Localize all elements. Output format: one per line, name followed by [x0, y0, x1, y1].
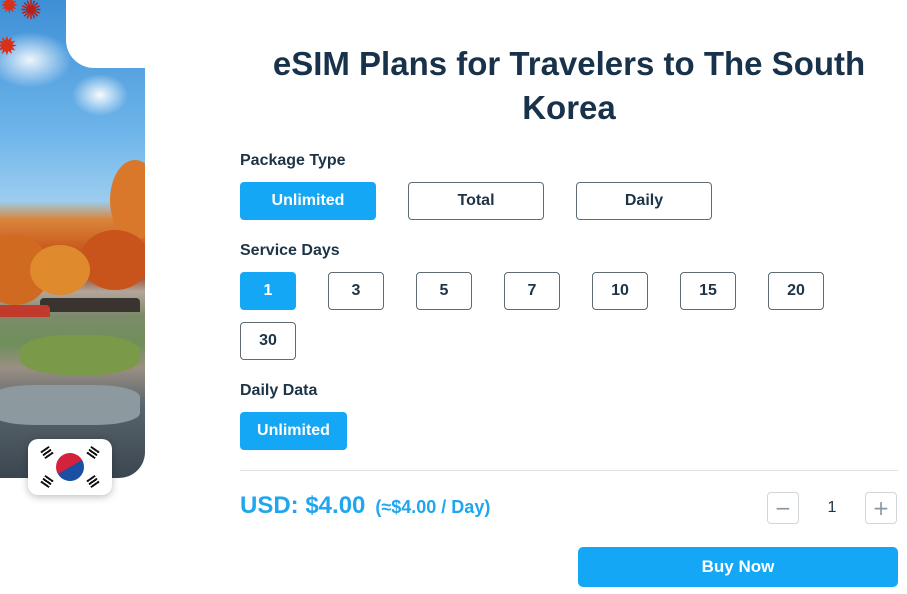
quantity-decrease-button[interactable]: − [767, 492, 799, 524]
autumn-tree [110, 160, 145, 240]
days-option-10[interactable]: 10 [592, 272, 648, 310]
days-option-30[interactable]: 30 [240, 322, 296, 360]
days-option-20[interactable]: 20 [768, 272, 824, 310]
quantity-increase-button[interactable]: + [865, 492, 897, 524]
trigram [40, 445, 54, 460]
hero-corner-notch [66, 0, 145, 68]
page-title: eSIM Plans for Travelers to The South Ko… [272, 45, 866, 126]
trigram [40, 474, 54, 489]
days-option-5[interactable]: 5 [416, 272, 472, 310]
korea-landscape-photo [0, 0, 145, 478]
price-per-day: (≈$4.00 / Day) [375, 497, 491, 517]
package-option-total[interactable]: Total [408, 182, 544, 220]
maple-leaf-icon: ✺ [20, 0, 42, 26]
days-option-1[interactable]: 1 [240, 272, 296, 310]
daily-data-option-unlimited[interactable]: Unlimited [240, 412, 347, 450]
package-option-unlimited[interactable]: Unlimited [240, 182, 376, 220]
package-type-label: Package Type [240, 152, 346, 169]
maple-leaf-icon: ✹ [0, 0, 19, 19]
maple-leaf-icon: ✹ [0, 32, 18, 62]
section-divider [240, 470, 898, 471]
days-option-15[interactable]: 15 [680, 272, 736, 310]
pavilion-roof [0, 305, 50, 317]
pond-reflection [0, 385, 140, 425]
trigram [86, 445, 100, 460]
price-display: USD: $4.00 (≈$4.00 / Day) [240, 492, 490, 520]
quantity-value[interactable]: 1 [800, 492, 864, 524]
green-lawn [20, 335, 140, 375]
price-amount: USD: $4.00 [240, 492, 366, 519]
autumn-tree [30, 245, 90, 295]
pavilion-roof [40, 298, 140, 312]
autumn-tree [80, 230, 145, 290]
daily-data-label: Daily Data [240, 382, 318, 399]
buy-now-button[interactable]: Buy Now [578, 547, 898, 587]
package-option-daily[interactable]: Daily [576, 182, 712, 220]
trigram [86, 474, 100, 489]
taegeuk-symbol [50, 447, 90, 487]
south-korea-flag-icon [28, 439, 112, 495]
destination-hero-image: ✹ ✺ ✹ [0, 0, 145, 530]
days-option-3[interactable]: 3 [328, 272, 384, 310]
days-option-7[interactable]: 7 [504, 272, 560, 310]
service-days-label: Service Days [240, 242, 340, 259]
